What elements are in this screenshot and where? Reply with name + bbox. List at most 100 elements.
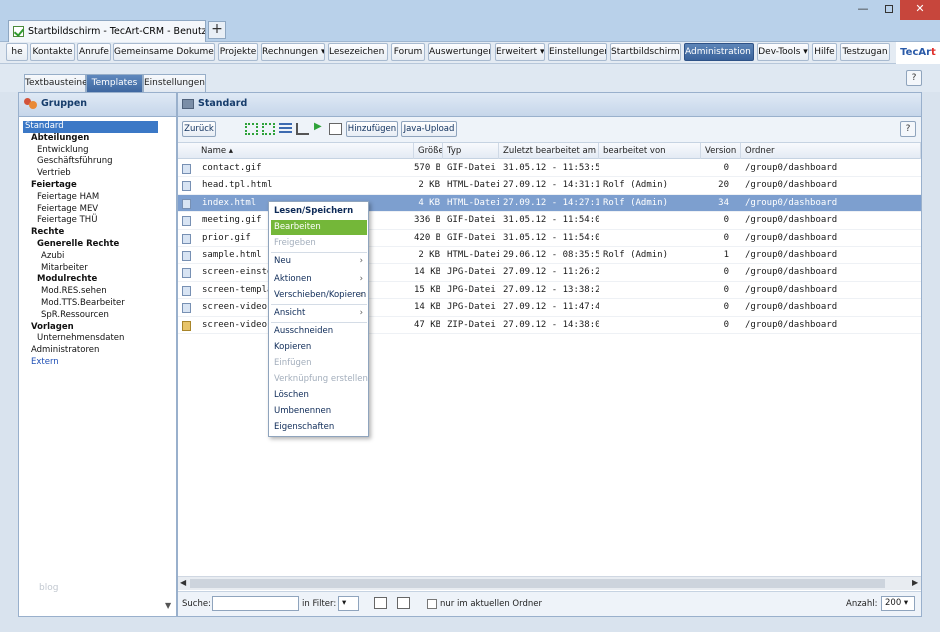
tree-item-vorlagen[interactable]: Vorlagen — [23, 322, 175, 334]
scroll-left-icon[interactable]: ◀ — [180, 578, 186, 587]
scroll-thumb[interactable] — [190, 579, 885, 588]
col-size[interactable]: Größe — [414, 143, 443, 159]
menu-item-kopieren[interactable]: Kopieren — [271, 340, 367, 355]
export-icon[interactable] — [329, 123, 342, 135]
tree-item-administratoren[interactable]: Administratoren — [23, 345, 175, 357]
table-row[interactable]: head.tpl.html 2 KB HTML-Datei 27.09.12 - 14… — [178, 177, 921, 195]
file-modified-by: Rolf (Admin) — [603, 197, 669, 208]
tab-einstellungen[interactable]: Einstellungen — [143, 74, 206, 92]
menu-item-label: Ausschneiden — [274, 326, 334, 336]
file-folder: /group0/dashboard — [745, 267, 838, 278]
col-name[interactable]: Name ▴ — [197, 143, 414, 159]
col-modified[interactable]: Zuletzt bearbeitet am — [499, 143, 599, 159]
col-type[interactable]: Typ — [443, 143, 499, 159]
tree-view-icon[interactable] — [296, 123, 309, 135]
menu-item-verschieben-kopieren[interactable]: Verschieben/Kopieren › — [271, 288, 367, 303]
nav-startbildschirm[interactable]: Startbildschirm ▾ — [610, 43, 681, 61]
move-icon[interactable] — [313, 121, 326, 135]
file-version: 34 — [718, 197, 729, 208]
tree-item-mod-tts-bearbeiter[interactable]: Mod.TTS.Bearbeiter — [23, 298, 175, 310]
file-modified: 29.06.12 - 08:35:50 — [503, 249, 599, 260]
tree-item-unternehmensdaten[interactable]: Unternehmensdaten — [23, 333, 175, 345]
tree-item-standard[interactable]: Standard — [23, 121, 158, 133]
count-select[interactable]: 200 ▾ — [881, 596, 915, 611]
menu-item-aktionen[interactable]: Aktionen › — [271, 272, 367, 287]
tree-item-mod-res-sehen[interactable]: Mod.RES.sehen — [23, 286, 175, 298]
nav-kontakte[interactable]: Kontakte — [30, 43, 75, 61]
nav-lesezeichen[interactable]: Lesezeichen ▾ — [328, 43, 388, 61]
tab-textbausteine[interactable]: Textbausteine — [24, 74, 88, 92]
tree-item-azubi[interactable]: Azubi — [23, 251, 175, 263]
search-input[interactable] — [212, 596, 299, 611]
menu-item-umbenennen[interactable]: Umbenennen — [271, 404, 367, 419]
nav-he[interactable]: he — [6, 43, 28, 61]
tree-item-generelle-rechte[interactable]: Generelle Rechte — [23, 239, 175, 251]
image-file-icon — [182, 268, 191, 279]
browser-tab[interactable]: Startbildschirm - TecArt-CRM - Benutzer.… — [8, 20, 206, 42]
image-file-icon — [182, 285, 191, 296]
tree-item-feiertage-mev[interactable]: Feiertage MEV — [23, 204, 175, 216]
list-view-icon[interactable] — [279, 123, 292, 135]
tree-item-abteilungen[interactable]: Abteilungen — [23, 133, 175, 145]
menu-item-ausschneiden[interactable]: Ausschneiden — [271, 324, 367, 339]
tree-item-spr-ressourcen[interactable]: SpR.Ressourcen — [23, 310, 175, 322]
scroll-down-icon[interactable]: ▼ — [165, 601, 171, 610]
file-type: JPG-Datei — [447, 302, 496, 313]
only-folder-checkbox[interactable] — [427, 599, 437, 609]
tree-item-feiertage-ham[interactable]: Feiertage HAM — [23, 192, 175, 204]
file-modified: 27.09.12 - 11:26:20 — [503, 267, 599, 278]
tree-item-rechte[interactable]: Rechte — [23, 227, 175, 239]
help-button-files[interactable]: ? — [900, 121, 916, 137]
tree-item-extern[interactable]: Extern — [23, 357, 175, 369]
nav-auswertungen[interactable]: Auswertungen — [428, 43, 491, 61]
table-row[interactable]: contact.gif 570 B GIF-Datei 31.05.12 - 11:5… — [178, 160, 921, 178]
tree-item-geschäftsführung[interactable]: Geschäftsführung — [23, 156, 175, 168]
collapse-all-icon[interactable] — [262, 123, 275, 135]
close-window-button[interactable]: ✕ — [900, 0, 940, 20]
nav-testzugan[interactable]: Testzugan — [840, 43, 890, 61]
nav-administration[interactable]: Administration ▾ — [684, 43, 754, 61]
file-type: HTML-Datei — [447, 197, 499, 208]
nav-gemeinsame-dokumente[interactable]: Gemeinsame Dokumente — [113, 43, 215, 61]
tab-templates[interactable]: Templates — [86, 74, 143, 92]
new-tab-button[interactable]: + — [208, 21, 226, 39]
menu-item-label: Aktionen — [274, 274, 312, 284]
nav-anrufe[interactable]: Anrufe — [77, 43, 111, 61]
filter-select[interactable]: ▾ — [338, 596, 359, 611]
menu-item-ansicht[interactable]: Ansicht › — [271, 306, 367, 321]
menu-item-löschen[interactable]: Löschen — [271, 388, 367, 403]
menu-item-einfügen: Einfügen — [271, 356, 367, 371]
filter-edit-icon[interactable] — [374, 597, 387, 609]
menu-item-bearbeiten[interactable]: Bearbeiten — [271, 220, 367, 235]
nav-projekte[interactable]: Projekte — [218, 43, 258, 61]
maximize-button[interactable] — [876, 0, 902, 20]
nav-erweitert[interactable]: Erweitert ▾ — [495, 43, 545, 61]
col-folder[interactable]: Ordner — [741, 143, 921, 159]
back-button[interactable]: Zurück — [182, 121, 216, 137]
tree-item-entwicklung[interactable]: Entwicklung — [23, 145, 175, 157]
expand-all-icon[interactable] — [245, 123, 258, 135]
file-type: GIF-Datei — [447, 215, 496, 226]
col-modified-by[interactable]: bearbeitet von — [599, 143, 701, 159]
menu-item-label: Kopieren — [274, 342, 312, 352]
tree-item-feiertage-thü[interactable]: Feiertage THÜ — [23, 215, 175, 227]
minimize-button[interactable]: — — [850, 0, 876, 20]
nav-forum[interactable]: Forum — [391, 43, 425, 61]
tree-item-modulrechte[interactable]: Modulrechte — [23, 274, 175, 286]
java-upload-button[interactable]: Java-Upload — [401, 121, 457, 137]
menu-item-neu[interactable]: Neu › — [271, 254, 367, 269]
nav-hilfe[interactable]: Hilfe — [812, 43, 837, 61]
nav-rechnungen[interactable]: Rechnungen ▾ — [261, 43, 325, 61]
col-version[interactable]: Version — [701, 143, 741, 159]
filter-clear-icon[interactable] — [397, 597, 410, 609]
menu-item-eigenschaften[interactable]: Eigenschaften — [271, 420, 367, 435]
help-button-top[interactable]: ? — [906, 70, 922, 86]
tree-item-mitarbeiter[interactable]: Mitarbeiter — [23, 263, 175, 275]
horizontal-scrollbar[interactable]: ◀ ▶ — [178, 576, 921, 590]
tree-item-feiertage[interactable]: Feiertage — [23, 180, 175, 192]
nav-einstellungen[interactable]: Einstellungen — [548, 43, 607, 61]
add-button[interactable]: Hinzufügen — [346, 121, 398, 137]
scroll-right-icon[interactable]: ▶ — [912, 578, 918, 587]
tree-item-vertrieb[interactable]: Vertrieb — [23, 168, 175, 180]
nav-dev-tools[interactable]: Dev-Tools ▾ — [757, 43, 809, 61]
